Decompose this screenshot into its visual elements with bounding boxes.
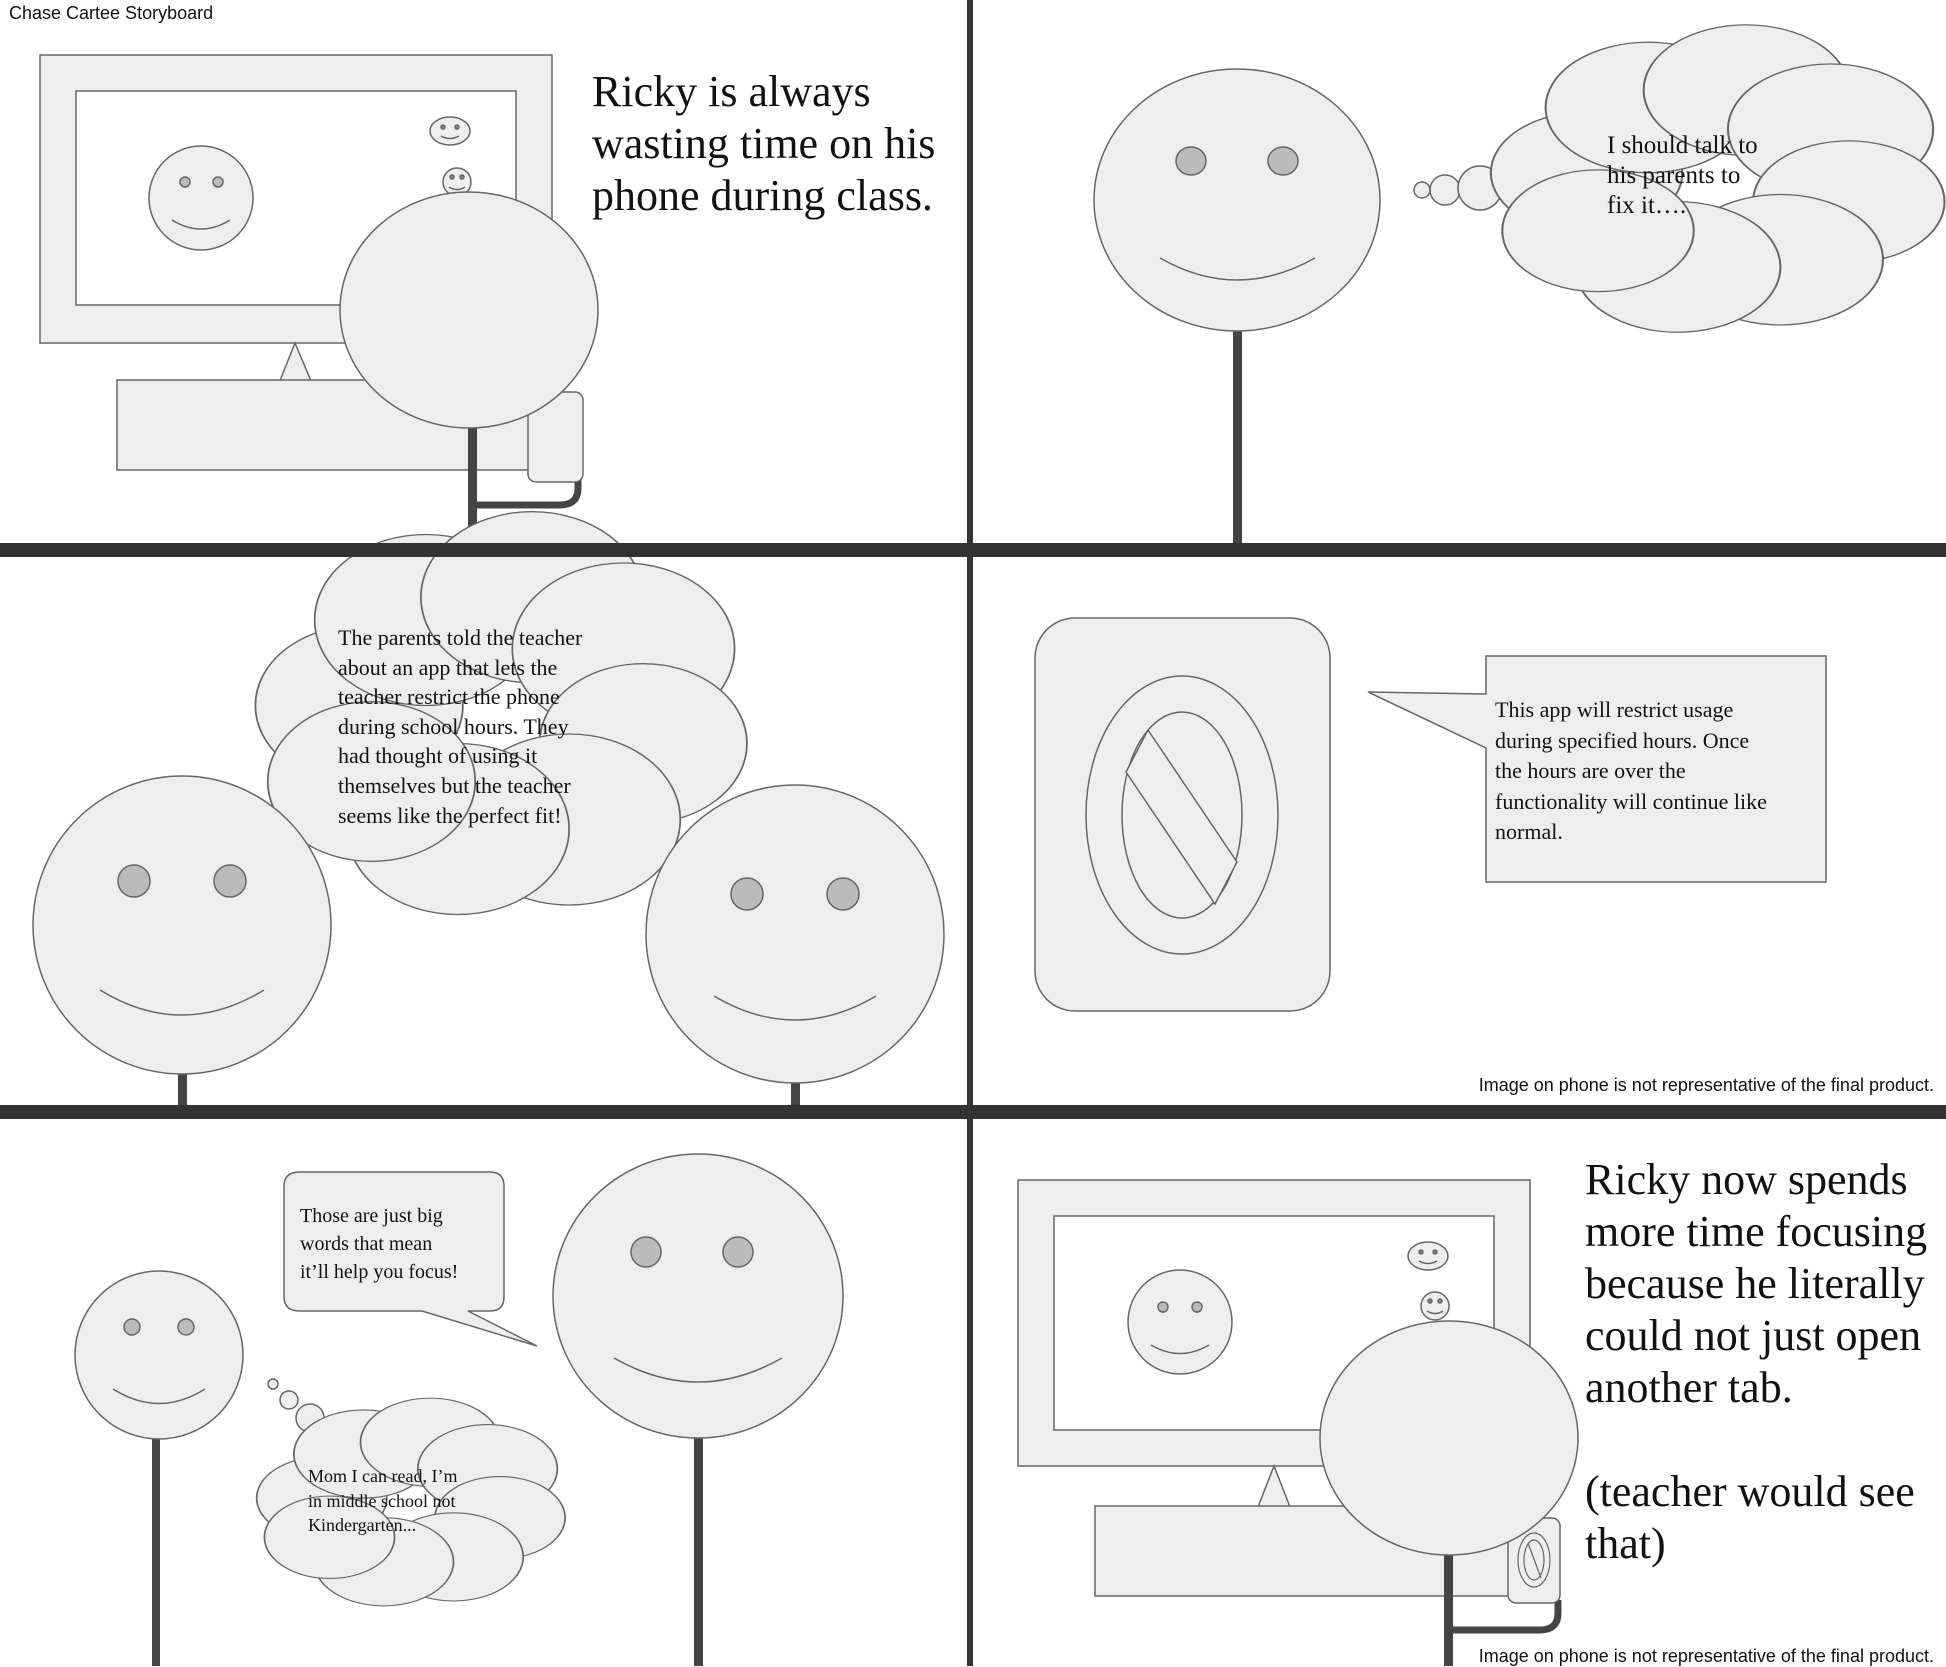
parent-figure-right — [645, 784, 945, 1105]
video-call-face-large — [1127, 1269, 1233, 1375]
ricky-small-figure — [74, 1270, 244, 1666]
storyboard-title: Chase Cartee Storyboard — [9, 3, 214, 23]
panel-6-caption: Ricky now spends more time focusing beca… — [1585, 1155, 1928, 1568]
student-ricky — [1319, 1320, 1579, 1666]
panel-1 — [39, 54, 599, 543]
panel-4-disclaimer: Image on phone is not representative of … — [1478, 1075, 1934, 1095]
parent-tall-figure — [552, 1153, 844, 1666]
parent-figure-left — [32, 775, 332, 1105]
video-call-face-large — [148, 145, 254, 251]
student-ricky — [339, 191, 599, 543]
panel-2-thought-text: I should talk to his parents to fix it…. — [1607, 132, 1758, 219]
phone-large — [1034, 617, 1331, 1012]
panel-6-disclaimer: Image on phone is not representative of … — [1478, 1646, 1934, 1666]
panel-5-thought-text: Mom I can read, I’m in middle school not… — [308, 1466, 458, 1535]
teacher-figure — [1093, 68, 1381, 543]
panel-3-thought-text: The parents told the teacher about an ap… — [338, 625, 583, 828]
panel-5-speech-text: Those are just big words that mean it’ll… — [300, 1205, 459, 1283]
panel-2 — [1093, 25, 1945, 543]
panel-4-speech-text: This app will restrict usage during spec… — [1495, 697, 1767, 844]
panel-1-caption: Ricky is always wasting time on his phon… — [592, 67, 936, 220]
panel-6 — [1017, 1179, 1579, 1666]
